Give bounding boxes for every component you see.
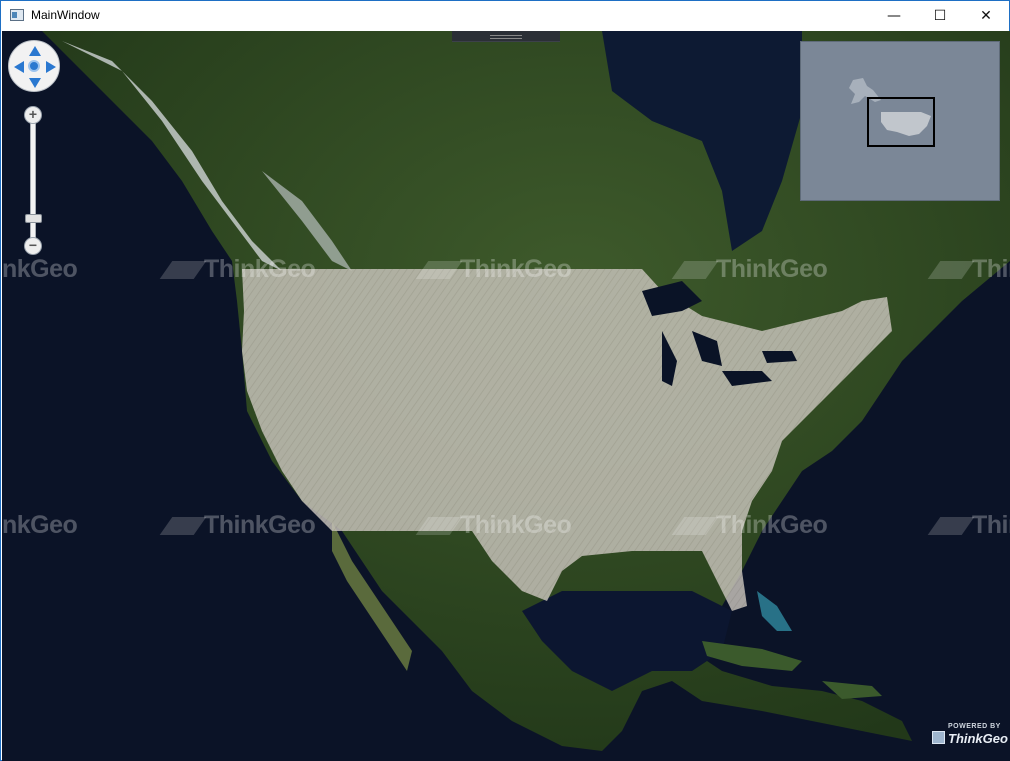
watermark: ThinkGeo — [671, 511, 828, 540]
map-pin-icon — [415, 261, 463, 280]
watermark: ThinkGeo — [927, 511, 1010, 540]
powered-by-logo: POWERED BY ThinkGeo — [930, 723, 1008, 753]
arrow-down-icon[interactable] — [29, 78, 41, 88]
watermark: ThinkGeo — [671, 255, 828, 284]
pan-control[interactable] — [8, 40, 60, 92]
title-bar[interactable]: MainWindow — ☐ ✕ — [1, 1, 1009, 31]
map-pin-icon — [927, 261, 975, 280]
watermark: ThinkGeo — [415, 255, 572, 284]
close-button[interactable]: ✕ — [963, 1, 1009, 31]
map-pin-icon — [159, 517, 207, 536]
watermark: ThinkGeo — [927, 255, 1010, 284]
map-pin-icon — [415, 517, 463, 536]
arrow-left-icon[interactable] — [14, 61, 24, 73]
center-icon[interactable] — [28, 60, 40, 72]
map-pin-icon — [671, 517, 719, 536]
zoom-in-button[interactable]: + — [24, 106, 42, 124]
maximize-button[interactable]: ☐ — [917, 1, 963, 31]
logo-brand-text: ThinkGeo — [948, 731, 1008, 746]
arrow-right-icon[interactable] — [46, 61, 56, 73]
minimize-button[interactable]: — — [871, 1, 917, 31]
watermark: ThinkGeo — [415, 511, 572, 540]
window-title: MainWindow — [31, 8, 100, 22]
watermark: ThinkGeo — [159, 511, 316, 540]
grip-icon — [490, 35, 522, 39]
arrow-up-icon[interactable] — [29, 46, 41, 56]
map-pin-icon — [159, 261, 207, 280]
map-pin-icon — [927, 517, 975, 536]
zoom-out-button[interactable]: − — [24, 237, 42, 255]
main-window: MainWindow — ☐ ✕ nkGeo ThinkGeo ThinkGeo… — [0, 0, 1010, 761]
zoom-control: + − — [24, 106, 44, 256]
overview-extent-frame[interactable] — [867, 97, 935, 147]
window-icon — [10, 9, 24, 21]
map-canvas[interactable]: ThinkGeo ThinkGeo ThinkGeo ThinkGeo Thin… — [2, 31, 1010, 761]
zoom-slider-thumb[interactable] — [25, 214, 42, 224]
watermark: ThinkGeo — [2, 511, 78, 539]
map-pin-icon — [671, 261, 719, 280]
overview-map[interactable] — [800, 41, 1000, 201]
top-drag-handle[interactable] — [452, 31, 560, 42]
powered-by-text: POWERED BY — [948, 723, 1001, 730]
watermark: ThinkGeo — [2, 255, 78, 283]
thinkgeo-cube-icon — [932, 731, 945, 744]
watermark: ThinkGeo — [159, 255, 316, 284]
